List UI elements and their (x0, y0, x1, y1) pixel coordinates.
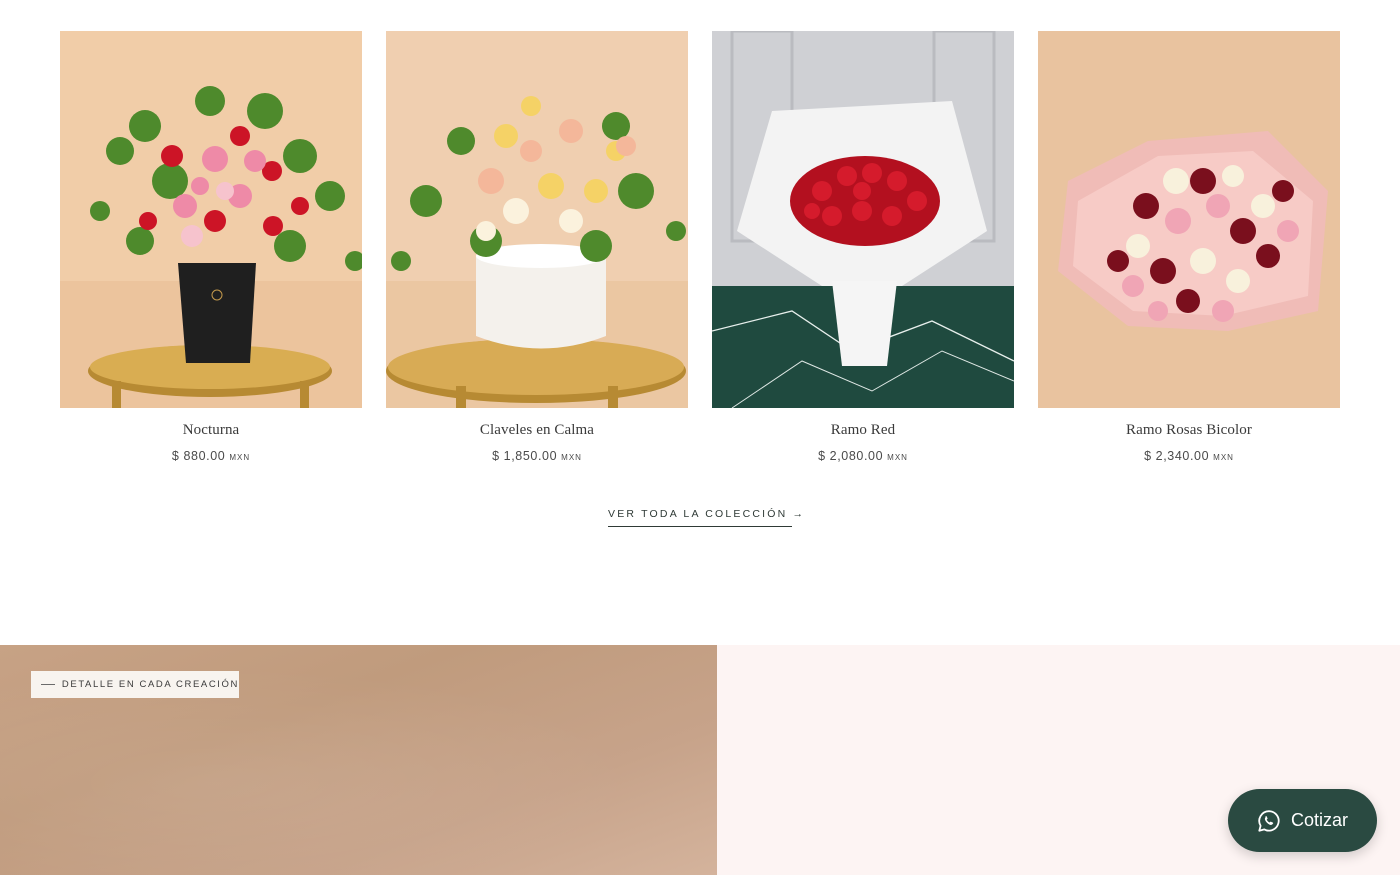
price-currency: MXN (561, 453, 582, 462)
product-card[interactable]: Claveles en Calma $ 1,850.00 MXN (386, 31, 688, 471)
price-amount: $ 1,850.00 (492, 449, 558, 463)
price-currency: MXN (887, 453, 908, 462)
detail-tag: DETALLE EN CADA CREACIÓN (31, 671, 239, 698)
product-price: $ 1,850.00 MXN (386, 449, 688, 463)
product-name[interactable]: Claveles en Calma (386, 422, 688, 439)
view-collection-link[interactable]: VER TODA LA COLECCIÓN → (608, 508, 803, 527)
price-currency: MXN (1213, 453, 1234, 462)
price-amount: $ 880.00 (171, 449, 226, 463)
product-name[interactable]: Ramo Red (712, 422, 1014, 439)
product-name[interactable]: Nocturna (60, 422, 362, 439)
product-card[interactable]: Nocturna $ 880.00 MXN (60, 31, 362, 471)
product-price: $ 2,080.00 MXN (712, 449, 1014, 463)
product-card[interactable]: Ramo Red $ 2,080.00 MXN (712, 31, 1014, 471)
quote-button[interactable]: Cotizar (1228, 789, 1377, 852)
product-image[interactable] (60, 31, 362, 408)
product-price: $ 2,340.00 MXN (1038, 449, 1340, 463)
product-card[interactable]: Ramo Rosas Bicolor $ 2,340.00 MXN (1038, 31, 1340, 471)
product-name[interactable]: Ramo Rosas Bicolor (1038, 422, 1340, 439)
tag-divider (41, 684, 55, 685)
product-grid: Nocturna $ 880.00 MXN Claveles en Calma … (60, 31, 1340, 471)
detail-tag-label: DETALLE EN CADA CREACIÓN (61, 679, 239, 690)
quote-button-label: Cotizar (1291, 810, 1349, 830)
price-amount: $ 2,340.00 (1144, 449, 1210, 463)
product-price: $ 880.00 MXN (60, 449, 362, 463)
product-image[interactable] (1038, 31, 1340, 408)
price-amount: $ 2,080.00 (818, 449, 884, 463)
whatsapp-icon (1258, 809, 1280, 832)
price-currency: MXN (229, 453, 251, 462)
product-image[interactable] (386, 31, 688, 408)
product-image[interactable] (712, 31, 1014, 408)
